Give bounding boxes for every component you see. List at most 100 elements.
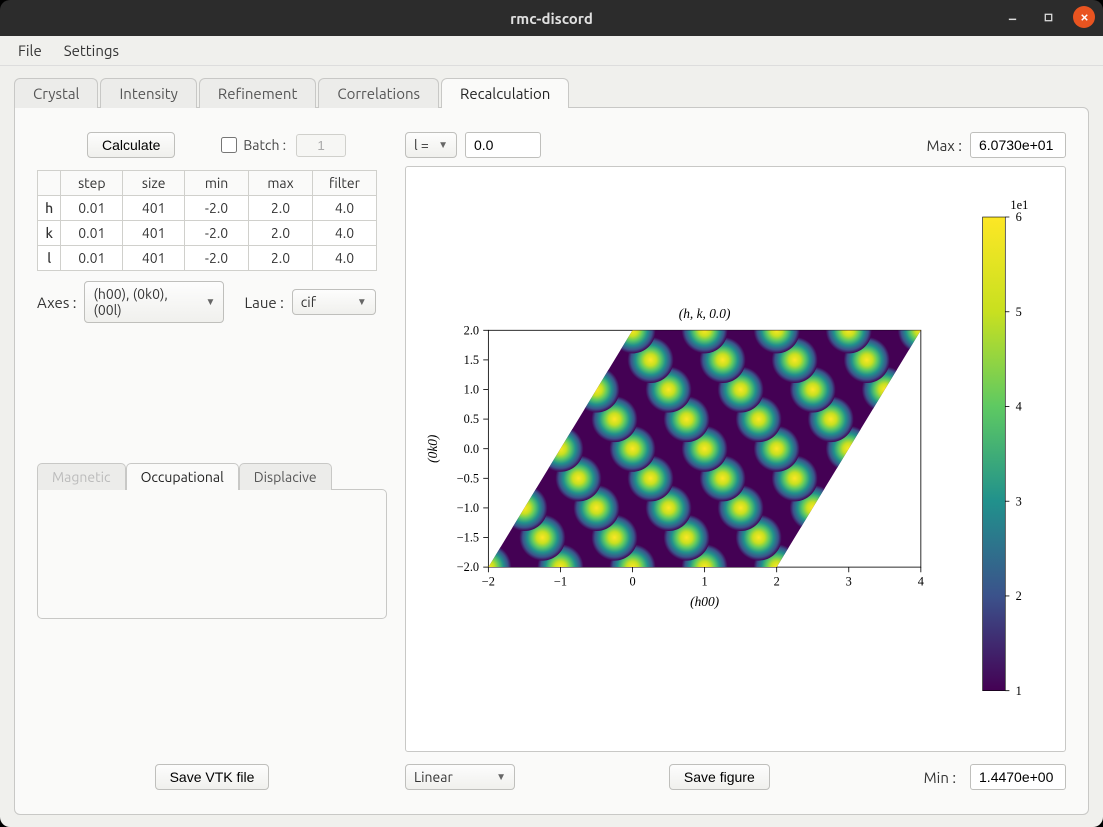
header-min[interactable]: min xyxy=(185,171,249,196)
tab-crystal[interactable]: Crystal xyxy=(14,78,98,108)
table-row: k0.01401-2.02.04.0 xyxy=(38,221,377,246)
subtab-displacive[interactable]: Displacive xyxy=(239,463,332,490)
header-blank xyxy=(38,171,61,196)
axis-grid-table: step size min max filter h0.01401-2.02.0… xyxy=(37,170,377,271)
svg-text:−1: −1 xyxy=(554,575,567,589)
svg-text:1: 1 xyxy=(1016,684,1022,698)
svg-text:0: 0 xyxy=(629,575,635,589)
intensity-heatmap: −2 −1 0 1 2 3 4 −2.0 −1.5 −1.0 −0.5 0.0 0.5 1.0 1.5 2.0… xyxy=(406,167,1065,751)
batch-label: Batch : xyxy=(243,137,286,153)
tab-recalculation[interactable]: Recalculation xyxy=(441,78,569,108)
window-close-button[interactable] xyxy=(1073,6,1095,28)
grid-cell[interactable]: -2.0 xyxy=(185,221,249,246)
svg-text:0.0: 0.0 xyxy=(464,442,479,456)
slice-value-input[interactable] xyxy=(465,132,541,158)
laue-label: Laue : xyxy=(244,294,283,311)
window-title: rmc-discord xyxy=(510,10,593,27)
svg-text:3: 3 xyxy=(846,575,852,589)
subtab-page xyxy=(37,489,387,619)
grid-cell[interactable]: 401 xyxy=(123,221,185,246)
window-maximize-button[interactable] xyxy=(1037,6,1059,28)
subtab-occupational[interactable]: Occupational xyxy=(126,463,239,490)
svg-text:2: 2 xyxy=(1016,589,1022,603)
svg-text:3: 3 xyxy=(1016,494,1022,508)
header-step[interactable]: step xyxy=(61,171,123,196)
svg-text:4: 4 xyxy=(1016,400,1022,414)
tab-page-recalculation: Calculate Batch : step size xyxy=(14,107,1089,815)
chevron-down-icon: ▼ xyxy=(496,771,506,783)
main-tabstrip: Crystal Intensity Refinement Correlation… xyxy=(14,78,1089,108)
scale-select[interactable]: Linear ▼ xyxy=(405,764,515,790)
slice-axis-value: l = xyxy=(414,137,429,153)
tab-intensity[interactable]: Intensity xyxy=(100,78,196,108)
batch-checkbox[interactable] xyxy=(221,137,237,153)
svg-text:(h, k, 0.0): (h, k, 0.0) xyxy=(679,306,731,321)
grid-cell[interactable]: 0.01 xyxy=(61,196,123,221)
svg-text:1: 1 xyxy=(702,575,708,589)
save-figure-button[interactable]: Save figure xyxy=(669,764,770,790)
window-minimize-button[interactable] xyxy=(1001,6,1023,28)
grid-cell[interactable]: 4.0 xyxy=(313,196,377,221)
batch-input xyxy=(296,134,346,157)
svg-text:4: 4 xyxy=(918,575,924,589)
save-vtk-button[interactable]: Save VTK file xyxy=(155,764,270,790)
grid-cell[interactable]: 0.01 xyxy=(61,246,123,271)
row-axis-label: k xyxy=(38,221,61,246)
min-label: Min : xyxy=(924,769,956,786)
header-filter[interactable]: filter xyxy=(313,171,377,196)
svg-text:5: 5 xyxy=(1016,305,1022,319)
svg-text:(h00): (h00) xyxy=(690,594,720,609)
svg-text:−1.5: −1.5 xyxy=(457,531,479,545)
chevron-down-icon: ▼ xyxy=(357,296,367,308)
grid-cell[interactable]: 0.01 xyxy=(61,221,123,246)
subtab-magnetic: Magnetic xyxy=(37,463,126,490)
axes-label: Axes : xyxy=(37,294,76,311)
svg-text:2: 2 xyxy=(774,575,780,589)
tab-refinement[interactable]: Refinement xyxy=(199,78,317,108)
scale-value: Linear xyxy=(414,769,453,785)
titlebar: rmc-discord xyxy=(0,0,1103,36)
grid-cell[interactable]: 2.0 xyxy=(249,196,313,221)
table-row: l0.01401-2.02.04.0 xyxy=(38,246,377,271)
sub-tabstrip: Magnetic Occupational Displacive xyxy=(37,463,387,490)
grid-cell[interactable]: 4.0 xyxy=(313,246,377,271)
row-axis-label: h xyxy=(38,196,61,221)
grid-cell[interactable]: 4.0 xyxy=(313,221,377,246)
svg-text:2.0: 2.0 xyxy=(464,323,479,337)
min-input[interactable] xyxy=(970,764,1066,790)
slice-axis-select[interactable]: l = ▼ xyxy=(405,132,457,158)
plot-frame: −2 −1 0 1 2 3 4 −2.0 −1.5 −1.0 −0.5 0.0 0.5 1.0 1.5 2.0… xyxy=(405,166,1066,752)
svg-text:(0k0): (0k0) xyxy=(425,434,440,463)
grid-cell[interactable]: 2.0 xyxy=(249,221,313,246)
svg-text:−1.0: −1.0 xyxy=(457,501,479,515)
chevron-down-icon: ▼ xyxy=(438,139,448,151)
grid-cell[interactable]: -2.0 xyxy=(185,246,249,271)
svg-text:0.5: 0.5 xyxy=(464,412,479,426)
svg-text:6: 6 xyxy=(1016,210,1022,224)
menu-settings[interactable]: Settings xyxy=(56,40,127,61)
axes-select[interactable]: (h00), (0k0), (00l) ▼ xyxy=(84,281,224,323)
svg-text:−2: −2 xyxy=(482,575,495,589)
row-axis-label: l xyxy=(38,246,61,271)
svg-text:−2.0: −2.0 xyxy=(457,560,479,574)
chevron-down-icon: ▼ xyxy=(206,296,216,308)
laue-value: cif xyxy=(301,294,316,310)
svg-text:1.5: 1.5 xyxy=(464,353,479,367)
calculate-button[interactable]: Calculate xyxy=(87,132,175,158)
menubar: File Settings xyxy=(0,36,1103,66)
laue-select[interactable]: cif ▼ xyxy=(292,289,376,315)
axes-value: (h00), (0k0), (00l) xyxy=(93,286,197,318)
svg-text:1.0: 1.0 xyxy=(464,383,479,397)
menu-file[interactable]: File xyxy=(10,40,50,61)
table-row: h0.01401-2.02.04.0 xyxy=(38,196,377,221)
svg-text:−0.5: −0.5 xyxy=(457,471,479,485)
tab-correlations[interactable]: Correlations xyxy=(318,78,439,108)
header-size[interactable]: size xyxy=(123,171,185,196)
max-input[interactable] xyxy=(970,132,1066,158)
header-max[interactable]: max xyxy=(249,171,313,196)
max-label: Max : xyxy=(927,137,962,154)
grid-cell[interactable]: 2.0 xyxy=(249,246,313,271)
grid-cell[interactable]: 401 xyxy=(123,196,185,221)
grid-cell[interactable]: 401 xyxy=(123,246,185,271)
grid-cell[interactable]: -2.0 xyxy=(185,196,249,221)
